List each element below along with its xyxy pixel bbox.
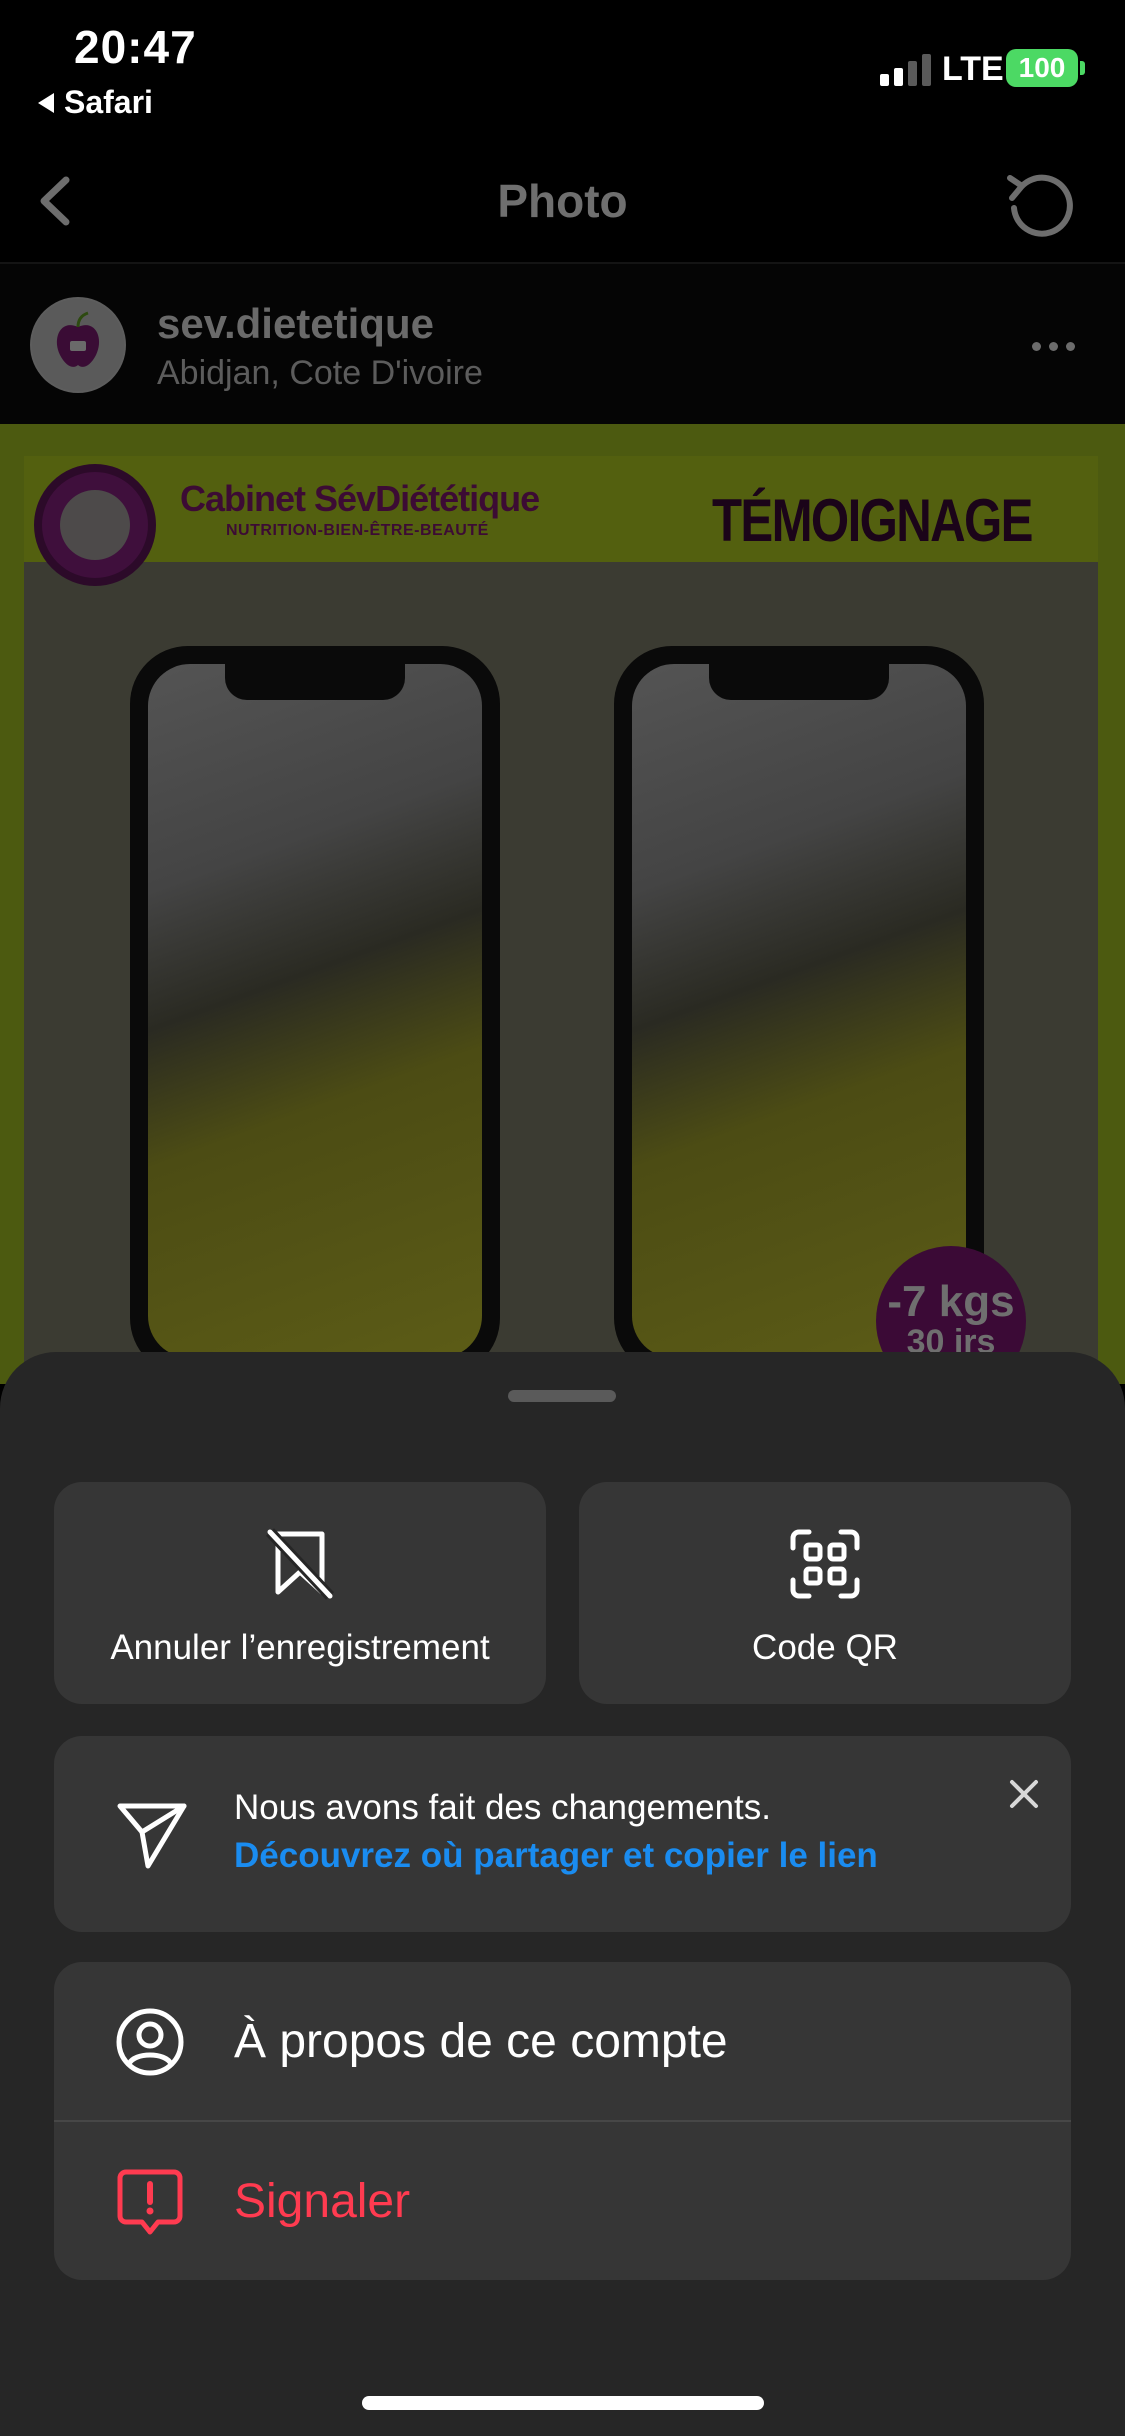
options-sheet: Annuler l’enregistrement Code QR Nous av… <box>0 1352 1125 2436</box>
badge-line-1: -7 kgs <box>887 1277 1015 1326</box>
page-title: Photo <box>497 175 628 227</box>
photo-brand-name: Cabinet SévDiététique <box>180 478 540 519</box>
status-time: 20:47 <box>74 21 197 73</box>
photo-content: Cabinet SévDiététique NUTRITION-BIEN-ÊTR… <box>24 456 1098 1384</box>
network-type: LTE <box>942 50 1004 88</box>
unsave-button[interactable]: Annuler l’enregistrement <box>54 1482 546 1704</box>
close-icon[interactable] <box>1006 1776 1042 1812</box>
report-icon <box>117 2169 183 2235</box>
notice-text: Nous avons fait des changements. <box>234 1788 771 1827</box>
qr-code-button[interactable]: Code QR <box>579 1482 1071 1704</box>
photo-heading: TÉMOIGNAGE <box>712 487 1033 554</box>
home-indicator[interactable] <box>362 2396 764 2410</box>
status-bar: 20:47 Safari LTE 100 <box>0 0 1125 130</box>
sheet-grabber[interactable] <box>508 1390 616 1402</box>
back-to-app-link[interactable]: Safari <box>38 84 153 121</box>
share-changes-notice[interactable]: Nous avons fait des changements. Découvr… <box>54 1736 1071 1932</box>
brand-logo-icon <box>34 464 156 586</box>
phone-mockup-before <box>130 646 500 1376</box>
battery-indicator: 100 <box>1006 49 1078 87</box>
about-account-label: À propos de ce compte <box>234 2015 728 2068</box>
apple-logo-icon <box>32 299 124 391</box>
account-menu: À propos de ce compte Signaler <box>54 1962 1071 2280</box>
photo-brand-tagline: NUTRITION-BIEN-ÊTRE-BEAUTÉ <box>226 522 489 539</box>
battery-tip-icon <box>1080 61 1085 75</box>
back-triangle-icon <box>38 92 54 113</box>
nav-bar: Photo <box>0 140 1125 260</box>
qr-code-label: Code QR <box>752 1628 898 1667</box>
more-options-icon[interactable] <box>1032 342 1075 351</box>
cellular-signal-icon <box>880 52 931 86</box>
refresh-icon[interactable] <box>1000 164 1080 244</box>
notice-link[interactable]: Découvrez où partager et copier le lien <box>234 1836 878 1876</box>
qr-code-icon <box>790 1529 860 1599</box>
post-username[interactable]: sev.dietetique <box>157 300 434 348</box>
post-location[interactable]: Abidjan, Cote D'ivoire <box>157 354 483 393</box>
post-photo: Cabinet SévDiététique NUTRITION-BIEN-ÊTR… <box>0 424 1125 1384</box>
account-circle-icon <box>116 2008 184 2076</box>
send-icon <box>117 1803 187 1869</box>
avatar[interactable] <box>30 297 126 393</box>
back-app-label: Safari <box>64 84 153 120</box>
unsave-label: Annuler l’enregistrement <box>110 1628 490 1667</box>
about-account-button[interactable]: À propos de ce compte <box>54 1962 1071 2120</box>
report-button[interactable]: Signaler <box>54 2122 1071 2280</box>
report-label: Signaler <box>234 2175 411 2228</box>
post-header: sev.dietetique Abidjan, Cote D'ivoire <box>0 264 1125 424</box>
unsave-bookmark-icon <box>265 1528 335 1600</box>
